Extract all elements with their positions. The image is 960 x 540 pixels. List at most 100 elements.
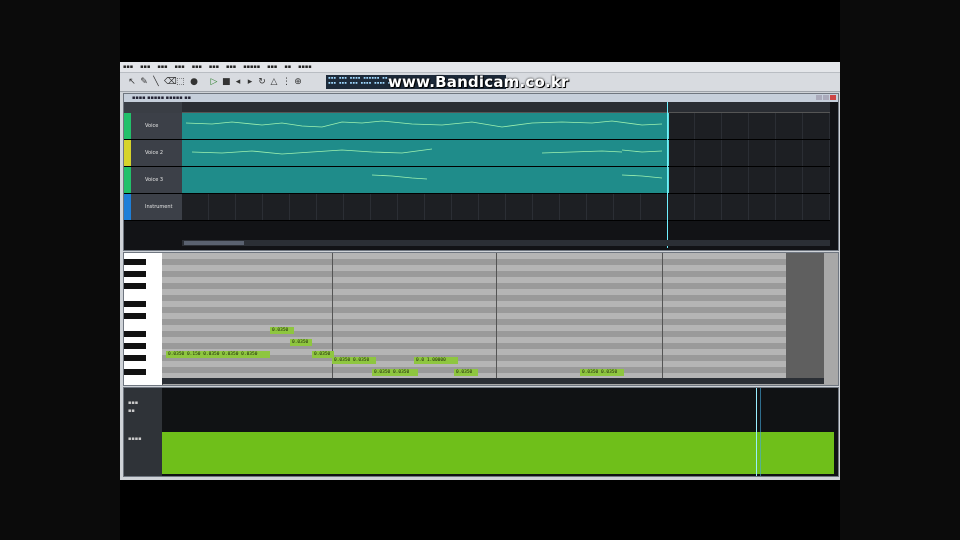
- window-controls: [816, 95, 836, 100]
- track-lane[interactable]: [182, 140, 830, 166]
- loop-icon[interactable]: ↻: [258, 76, 266, 88]
- track-row[interactable]: Voice 2: [124, 140, 830, 167]
- horizontal-scrollbar[interactable]: [162, 378, 824, 384]
- toolbar: ↖ ✎ ╲ ⌫ ⬚ ● ▷ ■ ◂ ▸ ↻ △ ⋮ ⊕ ▪▪▪ ▪▪▪ ▪▪▪▪…: [120, 73, 840, 92]
- note-block[interactable]: 0.0350: [454, 369, 478, 376]
- track-header[interactable]: Instrument: [131, 194, 182, 220]
- menu-item[interactable]: ▪▪▪: [192, 64, 202, 70]
- right-letterbox: [840, 0, 960, 540]
- menu-bar: ▪▪▪ ▪▪▪ ▪▪▪ ▪▪▪ ▪▪▪ ▪▪▪ ▪▪▪ ▪▪▪▪▪ ▪▪▪ ▪▪…: [120, 62, 840, 73]
- black-key[interactable]: [124, 283, 146, 289]
- window-titlebar: ▪▪▪▪ ▪▪▪▪▪ ▪▪▪▪▪ ▪▪: [124, 94, 838, 102]
- track-color-strip: [124, 113, 131, 139]
- track-header[interactable]: Voice: [131, 113, 182, 139]
- parameter-header: ▪▪▪ ▪▪ ▪▪▪▪: [124, 388, 162, 476]
- track-lane[interactable]: [182, 167, 830, 193]
- note-block[interactable]: 0.0350: [290, 339, 312, 346]
- track-name: Voice 2: [145, 150, 164, 156]
- daw-application-window: ▪▪▪ ▪▪▪ ▪▪▪ ▪▪▪ ▪▪▪ ▪▪▪ ▪▪▪ ▪▪▪▪▪ ▪▪▪ ▪▪…: [120, 62, 840, 480]
- snap-icon[interactable]: ⋮: [282, 76, 291, 88]
- menu-item[interactable]: ▪▪▪: [226, 64, 236, 70]
- recording-watermark: www.Bandicam.co.kr: [388, 73, 569, 91]
- zoom-icon[interactable]: ⊕: [294, 76, 302, 88]
- bar-line: [496, 253, 497, 378]
- audio-clip[interactable]: [182, 113, 669, 139]
- menu-item[interactable]: ▪▪▪: [267, 64, 277, 70]
- scrollbar-thumb[interactable]: [184, 241, 244, 245]
- horizontal-scrollbar[interactable]: [182, 240, 830, 246]
- track-arrange-window: ▪▪▪▪ ▪▪▪▪▪ ▪▪▪▪▪ ▪▪ Voice Voice 2 Voice …: [123, 93, 839, 251]
- note-block[interactable]: 0.0 1.00000: [414, 357, 458, 364]
- forward-icon[interactable]: ▸: [246, 76, 254, 88]
- black-key[interactable]: [124, 343, 146, 349]
- menu-item[interactable]: ▪▪▪: [157, 64, 167, 70]
- track-header[interactable]: Voice 2: [131, 140, 182, 166]
- line-tool-icon[interactable]: ╲: [152, 76, 160, 88]
- menu-item[interactable]: ▪▪▪: [209, 64, 219, 70]
- audio-clip[interactable]: [182, 167, 669, 193]
- stop-icon[interactable]: ■: [222, 76, 231, 88]
- cursor-line: [760, 388, 761, 476]
- bar-line: [662, 253, 663, 378]
- black-key[interactable]: [124, 331, 146, 337]
- audio-clip[interactable]: [182, 140, 669, 166]
- menu-item[interactable]: ▪▪▪▪▪: [243, 64, 260, 70]
- playhead[interactable]: [756, 388, 757, 476]
- track-lane[interactable]: [182, 194, 830, 220]
- record-icon[interactable]: ●: [190, 76, 198, 88]
- menu-item[interactable]: ▪▪▪▪: [298, 64, 312, 70]
- note-block[interactable]: 0.0350 0.0350: [580, 369, 624, 376]
- left-letterbox: [0, 0, 120, 540]
- pitch-curve: [185, 120, 663, 128]
- timeline-ruler[interactable]: [182, 102, 830, 113]
- minimize-icon[interactable]: [816, 95, 822, 100]
- note-grid[interactable]: 0.0350 0.0350 0.0350 0.150 0.0350 0.0350…: [162, 253, 786, 378]
- select-tool-icon[interactable]: ⬚: [176, 76, 185, 88]
- note-editor-window: 0.0350 0.0350 0.0350 0.150 0.0350 0.0350…: [123, 252, 839, 386]
- pitch-curve: [191, 148, 663, 155]
- pitch-curve: [371, 174, 663, 180]
- menu-item[interactable]: ▪▪▪: [140, 64, 150, 70]
- track-color-strip: [124, 167, 131, 193]
- track-name: Voice 3: [145, 177, 164, 183]
- track-header[interactable]: Voice 3: [131, 167, 182, 193]
- pointer-tool-icon[interactable]: ↖: [128, 76, 136, 88]
- note-block[interactable]: 0.0350: [270, 327, 294, 334]
- track-color-strip: [124, 140, 131, 166]
- note-block[interactable]: 0.0350: [312, 351, 334, 358]
- black-key[interactable]: [124, 271, 146, 277]
- track-row[interactable]: Instrument: [124, 194, 830, 221]
- rewind-icon[interactable]: ◂: [234, 76, 242, 88]
- menu-item[interactable]: ▪▪▪: [175, 64, 185, 70]
- black-key[interactable]: [124, 355, 146, 361]
- note-grid-end-region: [786, 253, 824, 378]
- black-key[interactable]: [124, 313, 146, 319]
- parameter-label: ▪▪▪▪: [128, 436, 142, 442]
- black-key[interactable]: [124, 369, 146, 375]
- maximize-icon[interactable]: [823, 95, 829, 100]
- note-block[interactable]: 0.0350 0.0350: [332, 357, 376, 364]
- track-row[interactable]: Voice: [124, 113, 830, 140]
- note-block[interactable]: 0.0350 0.0350: [372, 369, 418, 376]
- black-key[interactable]: [124, 301, 146, 307]
- track-lane[interactable]: [182, 113, 830, 139]
- metronome-icon[interactable]: △: [270, 76, 278, 88]
- close-icon[interactable]: [830, 95, 836, 100]
- pencil-tool-icon[interactable]: ✎: [140, 76, 148, 88]
- parameter-lane-window: ▪▪▪ ▪▪ ▪▪▪▪: [123, 387, 839, 477]
- track-name: Instrument: [145, 204, 173, 210]
- parameter-label: ▪▪▪: [128, 400, 139, 406]
- play-icon[interactable]: ▷: [210, 76, 218, 88]
- track-row[interactable]: Voice 3: [124, 167, 830, 194]
- menu-item[interactable]: ▪▪: [284, 64, 291, 70]
- playhead[interactable]: [667, 102, 668, 248]
- menu-item[interactable]: ▪▪▪: [123, 64, 133, 70]
- parameter-curve-fill[interactable]: [162, 432, 834, 474]
- eraser-tool-icon[interactable]: ⌫: [164, 76, 177, 88]
- black-key[interactable]: [124, 259, 146, 265]
- note-block[interactable]: 0.0350 0.150 0.0350 0.0350 0.0350: [166, 351, 270, 358]
- track-color-strip: [124, 194, 131, 220]
- track-name: Voice: [145, 123, 159, 129]
- parameter-control[interactable]: ▪▪: [128, 408, 135, 414]
- piano-keyboard[interactable]: [124, 253, 163, 385]
